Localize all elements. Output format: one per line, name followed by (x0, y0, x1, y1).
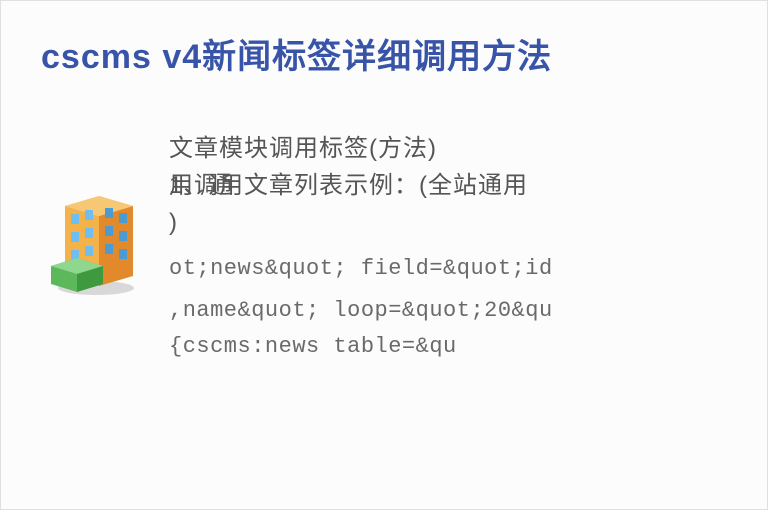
text-block: 文章模块调用标签(方法) 用调用文章列表示例：(全站通用 1、通 ) ot;ne… (169, 130, 767, 364)
code-fragment-3: {cscms:news table=&qu (169, 330, 767, 364)
example-line: 用调用文章列表示例：(全站通用 1、通 (169, 167, 767, 204)
code-fragment-1: ot;news&quot; field=&quot;id (169, 252, 767, 286)
subtitle: 文章模块调用标签(方法) (169, 130, 767, 167)
numbering-overlay: 1、通 (169, 167, 233, 204)
page-title: cscms v4新闻标签详细调用方法 (1, 1, 767, 78)
building-block-icon (41, 158, 151, 298)
content-area: 文章模块调用标签(方法) 用调用文章列表示例：(全站通用 1、通 ) ot;ne… (1, 130, 767, 364)
closing-paren: ) (169, 204, 767, 241)
code-fragment-2: ,name&quot; loop=&quot;20&qu (169, 294, 767, 328)
